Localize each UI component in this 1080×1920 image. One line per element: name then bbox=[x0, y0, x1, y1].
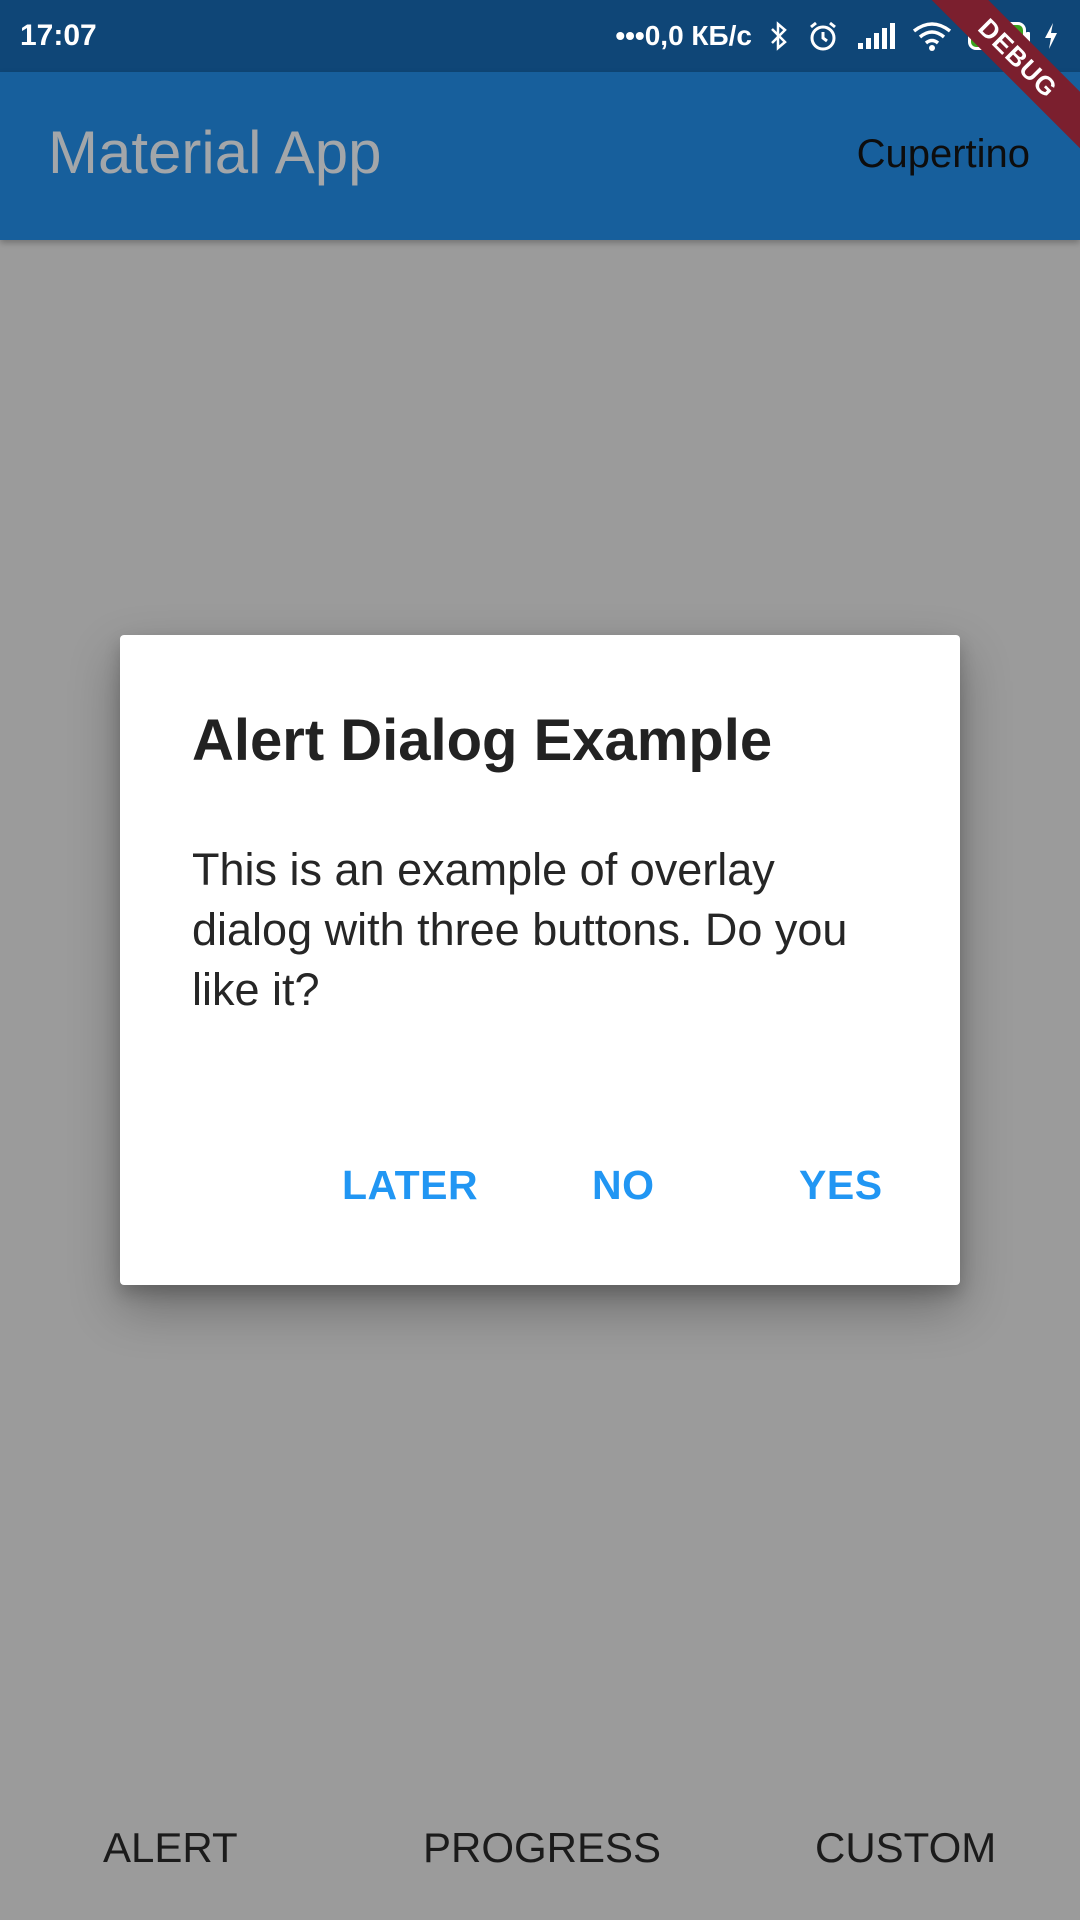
cupertino-button[interactable]: Cupertino bbox=[857, 132, 1030, 177]
battery-icon: 100 bbox=[968, 22, 1030, 50]
bottom-button-bar: ALERT PROGRESS CUSTOM bbox=[0, 1808, 1080, 1888]
status-icons: •••0,0 КБ/с 100 bbox=[615, 19, 1060, 53]
app-title: Material App bbox=[48, 119, 382, 186]
alarm-icon bbox=[806, 19, 840, 53]
alert-dialog: Alert Dialog Example This is an example … bbox=[120, 635, 960, 1285]
network-speed: •••0,0 КБ/с bbox=[615, 20, 752, 51]
battery-level: 100 bbox=[981, 25, 1013, 46]
no-button[interactable]: NO bbox=[592, 1155, 655, 1215]
custom-button[interactable]: CUSTOM bbox=[815, 1808, 996, 1888]
wifi-icon bbox=[912, 21, 952, 51]
yes-button[interactable]: YES bbox=[799, 1155, 883, 1215]
later-button[interactable]: LATER bbox=[342, 1155, 478, 1215]
signal-icon bbox=[856, 21, 896, 51]
bluetooth-icon bbox=[768, 20, 790, 52]
status-time: 17:07 bbox=[20, 19, 97, 52]
progress-button[interactable]: PROGRESS bbox=[423, 1808, 661, 1888]
dialog-title: Alert Dialog Example bbox=[192, 708, 773, 773]
app-bar: Material App Cupertino bbox=[0, 72, 1080, 240]
dialog-content: This is an example of overlay dialog wit… bbox=[192, 844, 848, 1015]
alert-button[interactable]: ALERT bbox=[103, 1808, 238, 1888]
charging-icon bbox=[1042, 21, 1060, 51]
status-bar: 17:07 •••0,0 КБ/с 100 bbox=[0, 0, 1080, 72]
